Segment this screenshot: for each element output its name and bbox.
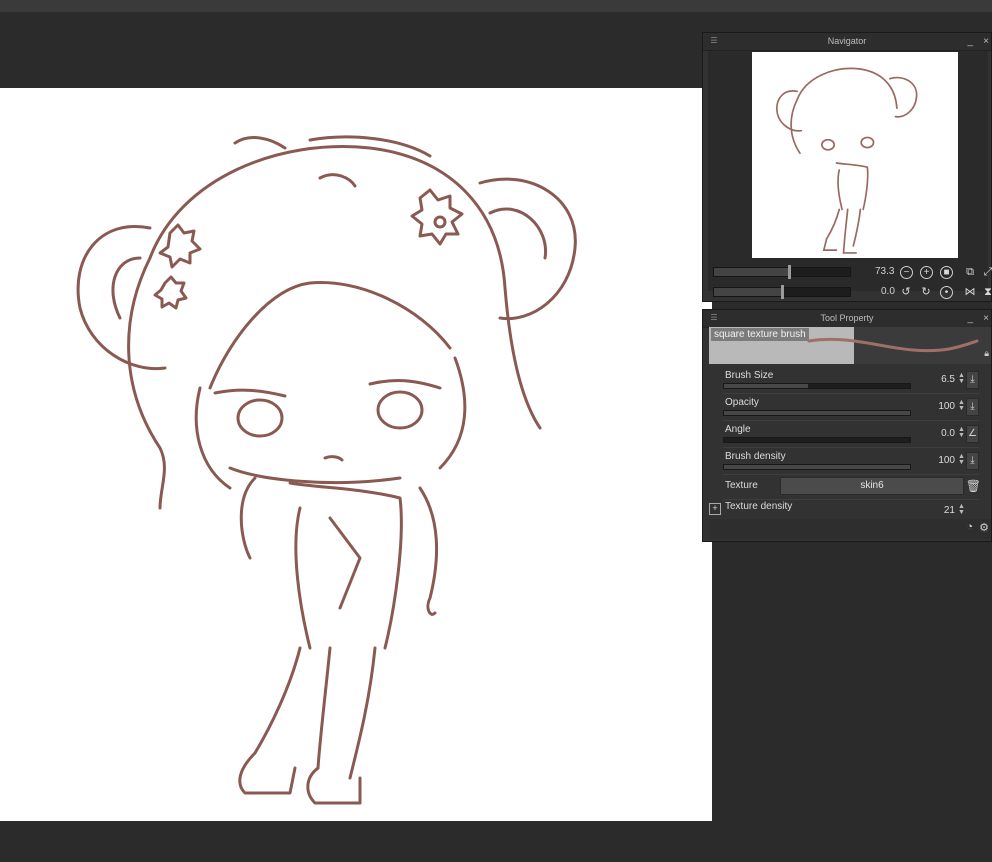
opacity-download-icon[interactable]: ⤓ — [966, 398, 979, 416]
zoom-slider[interactable] — [713, 265, 851, 279]
brush-density-download-icon[interactable]: ⤓ — [966, 452, 979, 470]
reset-rotation-icon[interactable]: • — [940, 286, 953, 299]
texture-density-spinner[interactable]: ▲ ▼ — [958, 503, 966, 516]
rotation-value: 0.0 — [881, 286, 895, 297]
rotate-left-icon[interactable]: ↺ — [899, 285, 913, 299]
lock-icon[interactable]: 🔒︎ — [984, 348, 989, 359]
rotate-right-icon[interactable]: ↻ — [919, 285, 933, 299]
sketch-artwork — [76, 135, 577, 805]
zoom-slider-thumb[interactable] — [788, 265, 791, 279]
menu-icon[interactable]: ☰ — [709, 314, 719, 322]
texture-density-value[interactable]: 21 — [944, 505, 955, 516]
opacity-value[interactable]: 100 — [938, 401, 955, 412]
brush-density-slider[interactable] — [723, 464, 911, 470]
wrench-icon[interactable]: ⚙ — [979, 521, 989, 534]
navigator-preview-area[interactable] — [708, 51, 988, 291]
tool-property-panel: ☰ Tool Property _ × square texture brush… — [702, 309, 992, 542]
thumbnail-artwork — [776, 67, 918, 254]
texture-density-row: + Texture density 21 ▲ ▼ — [709, 500, 979, 518]
angle-slider[interactable] — [723, 437, 911, 443]
angle-label: Angle — [725, 424, 751, 435]
expand-icon[interactable]: + — [709, 503, 721, 515]
opacity-label: Opacity — [725, 397, 759, 408]
opacity-spinner[interactable]: ▲ ▼ — [958, 399, 966, 412]
brush-preview: square texture brush 🔒︎ — [709, 327, 991, 364]
minimize-icon[interactable]: _ — [967, 310, 973, 327]
angle-spinner[interactable]: ▲ ▼ — [958, 426, 966, 439]
texture-selector[interactable]: skin6 — [780, 477, 964, 495]
angle-value[interactable]: 0.0 — [941, 428, 955, 439]
texture-label: Texture — [725, 480, 758, 491]
tool-property-bottom-bar: ◔ ⚙ — [709, 519, 991, 539]
brush-size-slider[interactable] — [723, 383, 911, 389]
brush-density-label: Brush density — [725, 451, 786, 462]
brush-density-value[interactable]: 100 — [938, 455, 955, 466]
texture-row: Texture skin6 🗑︎ — [723, 475, 981, 500]
navigator-title-bar[interactable]: ☰ Navigator _ × — [703, 33, 991, 51]
brush-density-row: Brush density 100 ▲ ▼ ⤓ — [723, 448, 979, 475]
zoom-value: 73.3 — [875, 266, 895, 277]
actual-size-icon[interactable]: ⧉ — [963, 265, 977, 279]
fill-window-icon[interactable]: ⤢ — [981, 265, 992, 279]
minimize-icon[interactable]: _ — [967, 33, 973, 50]
opacity-row: Opacity 100 ▲ ▼ ⤓ — [723, 394, 979, 421]
navigator-thumbnail[interactable] — [752, 52, 958, 258]
navigator-title: Navigator — [827, 36, 867, 46]
texture-density-label: Texture density — [725, 501, 793, 512]
opacity-slider[interactable] — [723, 410, 911, 416]
menu-icon[interactable]: ☰ — [709, 37, 719, 45]
tool-property-title: Tool Property — [820, 313, 874, 323]
brush-size-row: Brush Size 6.5 ▲ ▼ ⤓ — [723, 367, 979, 394]
flip-horizontal-icon[interactable]: ⋈ — [963, 285, 977, 299]
reset-icon[interactable]: ◔ — [966, 521, 973, 533]
rotation-slider-thumb[interactable] — [781, 285, 784, 299]
flip-vertical-icon[interactable]: ⧗ — [981, 285, 992, 299]
trash-icon[interactable]: 🗑︎ — [966, 479, 981, 493]
brush-size-spinner[interactable]: ▲ ▼ — [958, 372, 966, 385]
brush-size-value[interactable]: 6.5 — [941, 374, 955, 385]
brush-size-download-icon[interactable]: ⤓ — [966, 371, 979, 389]
close-icon[interactable]: × — [983, 310, 989, 327]
rotation-slider[interactable] — [713, 285, 851, 299]
brush-density-spinner[interactable]: ▲ ▼ — [958, 453, 966, 466]
zoom-in-icon[interactable]: + — [920, 266, 933, 279]
zoom-out-icon[interactable]: − — [900, 266, 913, 279]
brush-name: square texture brush — [711, 328, 809, 341]
drawing-canvas[interactable] — [0, 88, 712, 821]
navigator-panel: ☰ Navigator _ × 73.3 − + ■ ⧉ ⤢ 0.0 ↺ ↻ •… — [702, 32, 992, 302]
close-icon[interactable]: × — [983, 33, 989, 50]
angle-pen-icon[interactable]: ∠ — [966, 425, 979, 443]
tool-property-title-bar[interactable]: ☰ Tool Property _ × — [703, 310, 991, 328]
fit-icon[interactable]: ■ — [940, 266, 953, 279]
title-bar — [0, 0, 992, 12]
brush-size-label: Brush Size — [725, 370, 774, 381]
angle-row: Angle 0.0 ▲ ▼ ∠ — [723, 421, 979, 448]
